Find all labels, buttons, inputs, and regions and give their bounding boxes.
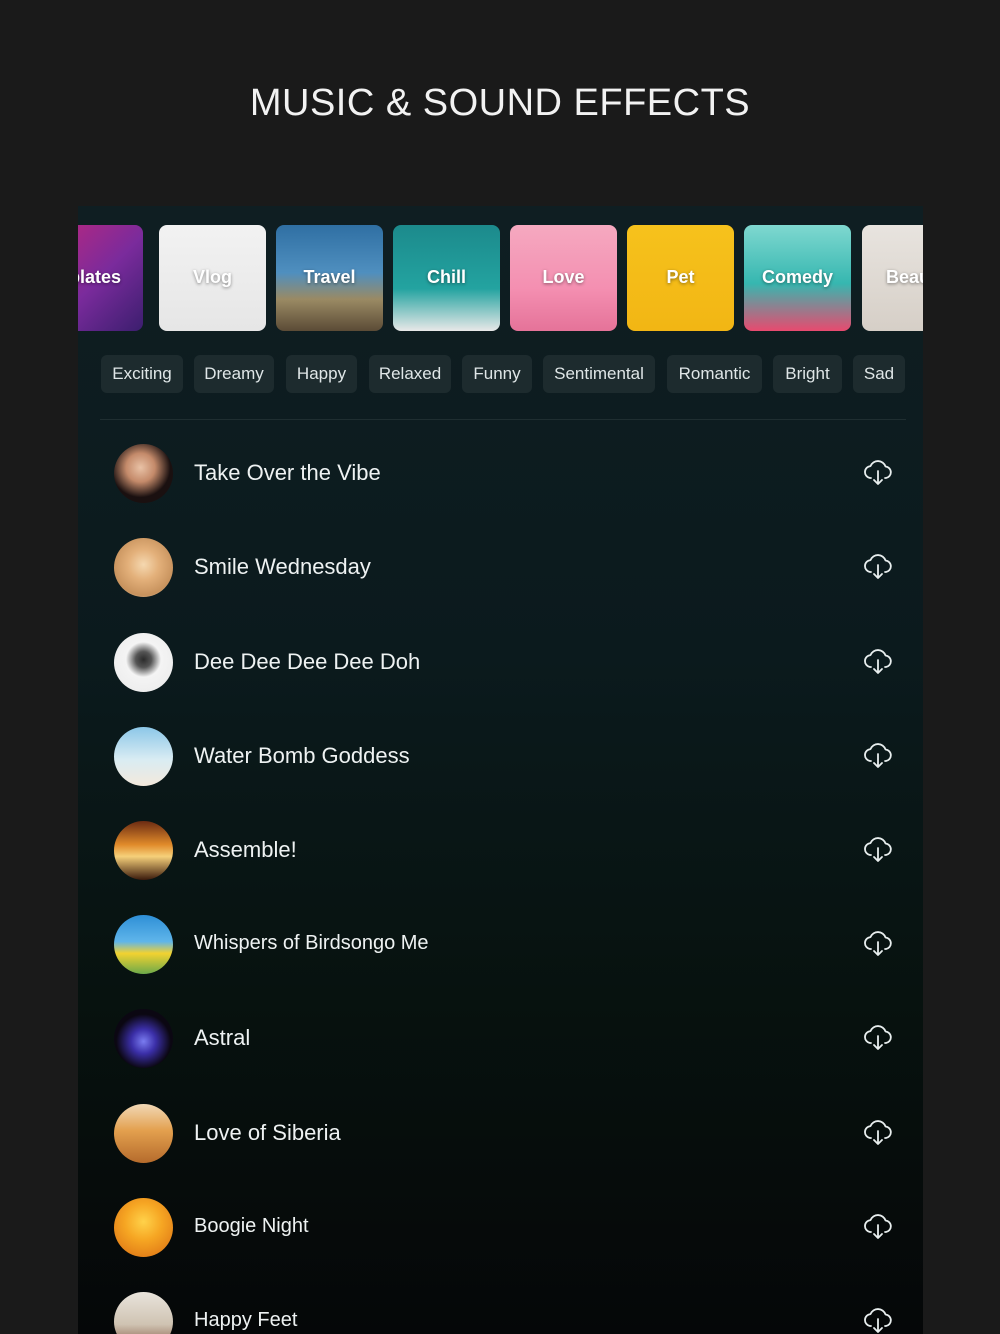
track-row[interactable]: Take Over the Vibe bbox=[114, 444, 894, 504]
track-title: Happy Feet bbox=[194, 1309, 298, 1331]
track-title: Smile Wednesday bbox=[194, 554, 371, 579]
music-library-panel: nplates Vlog Travel Chill Love Pet Comed… bbox=[78, 206, 923, 1334]
track-row[interactable]: Whispers of Birdsongo Me bbox=[114, 915, 894, 975]
category-label: Love bbox=[542, 267, 585, 287]
track-title: Water Bomb Goddess bbox=[194, 743, 410, 768]
cloud-download-icon[interactable] bbox=[862, 833, 894, 865]
track-row[interactable]: Dee Dee Dee Dee Doh bbox=[114, 633, 894, 693]
mood-chip-exciting[interactable]: Exciting bbox=[101, 355, 183, 393]
mood-chip-happy[interactable]: Happy bbox=[286, 355, 357, 393]
category-label: Comedy bbox=[761, 267, 833, 287]
track-row[interactable]: Astral bbox=[114, 1009, 894, 1069]
track-avatar bbox=[114, 1292, 173, 1334]
track-row[interactable]: Water Bomb Goddess bbox=[114, 727, 894, 787]
track-avatar bbox=[114, 538, 173, 597]
category-label: nplates bbox=[78, 267, 122, 287]
page-headline: MUSIC & SOUND EFFECTS bbox=[249, 82, 751, 124]
track-title: Whispers of Birdsongo Me bbox=[194, 932, 429, 954]
track-avatar bbox=[114, 444, 173, 503]
category-card-love[interactable]: Love bbox=[510, 225, 617, 331]
category-card-travel[interactable]: Travel bbox=[276, 225, 383, 331]
category-strip[interactable]: nplates Vlog Travel Chill Love Pet Comed… bbox=[78, 225, 923, 331]
mood-chip-bright[interactable]: Bright bbox=[773, 355, 842, 393]
track-title: Astral bbox=[194, 1025, 251, 1050]
track-row[interactable]: Happy Feet bbox=[114, 1292, 894, 1334]
track-row[interactable]: Smile Wednesday bbox=[114, 538, 894, 598]
track-title: Take Over the Vibe bbox=[194, 460, 381, 485]
category-card-pet[interactable]: Pet bbox=[627, 225, 734, 331]
track-title: Assemble! bbox=[194, 837, 297, 862]
mood-chip-dreamy[interactable]: Dreamy bbox=[194, 355, 274, 393]
cloud-download-icon[interactable] bbox=[862, 1304, 894, 1334]
track-avatar bbox=[114, 633, 173, 692]
category-card-chill[interactable]: Chill bbox=[393, 225, 500, 331]
cloud-download-icon[interactable] bbox=[862, 1210, 894, 1242]
divider bbox=[100, 419, 906, 420]
track-avatar bbox=[114, 1104, 173, 1163]
mood-filter-row: Exciting Dreamy Happy Relaxed Funny Sent… bbox=[101, 355, 911, 393]
track-title: Love of Siberia bbox=[194, 1120, 341, 1145]
track-row[interactable]: Boogie Night bbox=[114, 1198, 894, 1258]
category-card-vlog[interactable]: Vlog bbox=[159, 225, 266, 331]
category-card-templates[interactable]: nplates bbox=[78, 225, 143, 331]
mood-chip-romantic[interactable]: Romantic bbox=[667, 355, 762, 393]
track-row[interactable]: Love of Siberia bbox=[114, 1104, 894, 1164]
track-row[interactable]: Assemble! bbox=[114, 821, 894, 881]
cloud-download-icon[interactable] bbox=[862, 550, 894, 582]
track-avatar bbox=[114, 727, 173, 786]
category-label: Pet bbox=[666, 267, 695, 287]
mood-chip-relaxed[interactable]: Relaxed bbox=[369, 355, 451, 393]
mood-chip-sad[interactable]: Sad bbox=[853, 355, 905, 393]
cloud-download-icon[interactable] bbox=[862, 456, 894, 488]
cloud-download-icon[interactable] bbox=[862, 1116, 894, 1148]
track-avatar bbox=[114, 1009, 173, 1068]
category-label: Vlog bbox=[193, 267, 232, 287]
cloud-download-icon[interactable] bbox=[862, 927, 894, 959]
cloud-download-icon[interactable] bbox=[862, 1021, 894, 1053]
category-label: Travel bbox=[303, 267, 356, 287]
cloud-download-icon[interactable] bbox=[862, 739, 894, 771]
track-avatar bbox=[114, 915, 173, 974]
track-avatar bbox=[114, 821, 173, 880]
mood-chip-funny[interactable]: Funny bbox=[462, 355, 532, 393]
track-avatar bbox=[114, 1198, 173, 1257]
category-card-comedy[interactable]: Comedy bbox=[744, 225, 851, 331]
category-card-beauty[interactable]: Beau bbox=[862, 225, 923, 331]
track-title: Boogie Night bbox=[194, 1215, 309, 1237]
cloud-download-icon[interactable] bbox=[862, 645, 894, 677]
track-title: Dee Dee Dee Dee Doh bbox=[194, 649, 421, 674]
category-label: Chill bbox=[427, 267, 466, 287]
category-label: Beau bbox=[886, 267, 923, 287]
mood-chip-sentimental[interactable]: Sentimental bbox=[543, 355, 655, 393]
